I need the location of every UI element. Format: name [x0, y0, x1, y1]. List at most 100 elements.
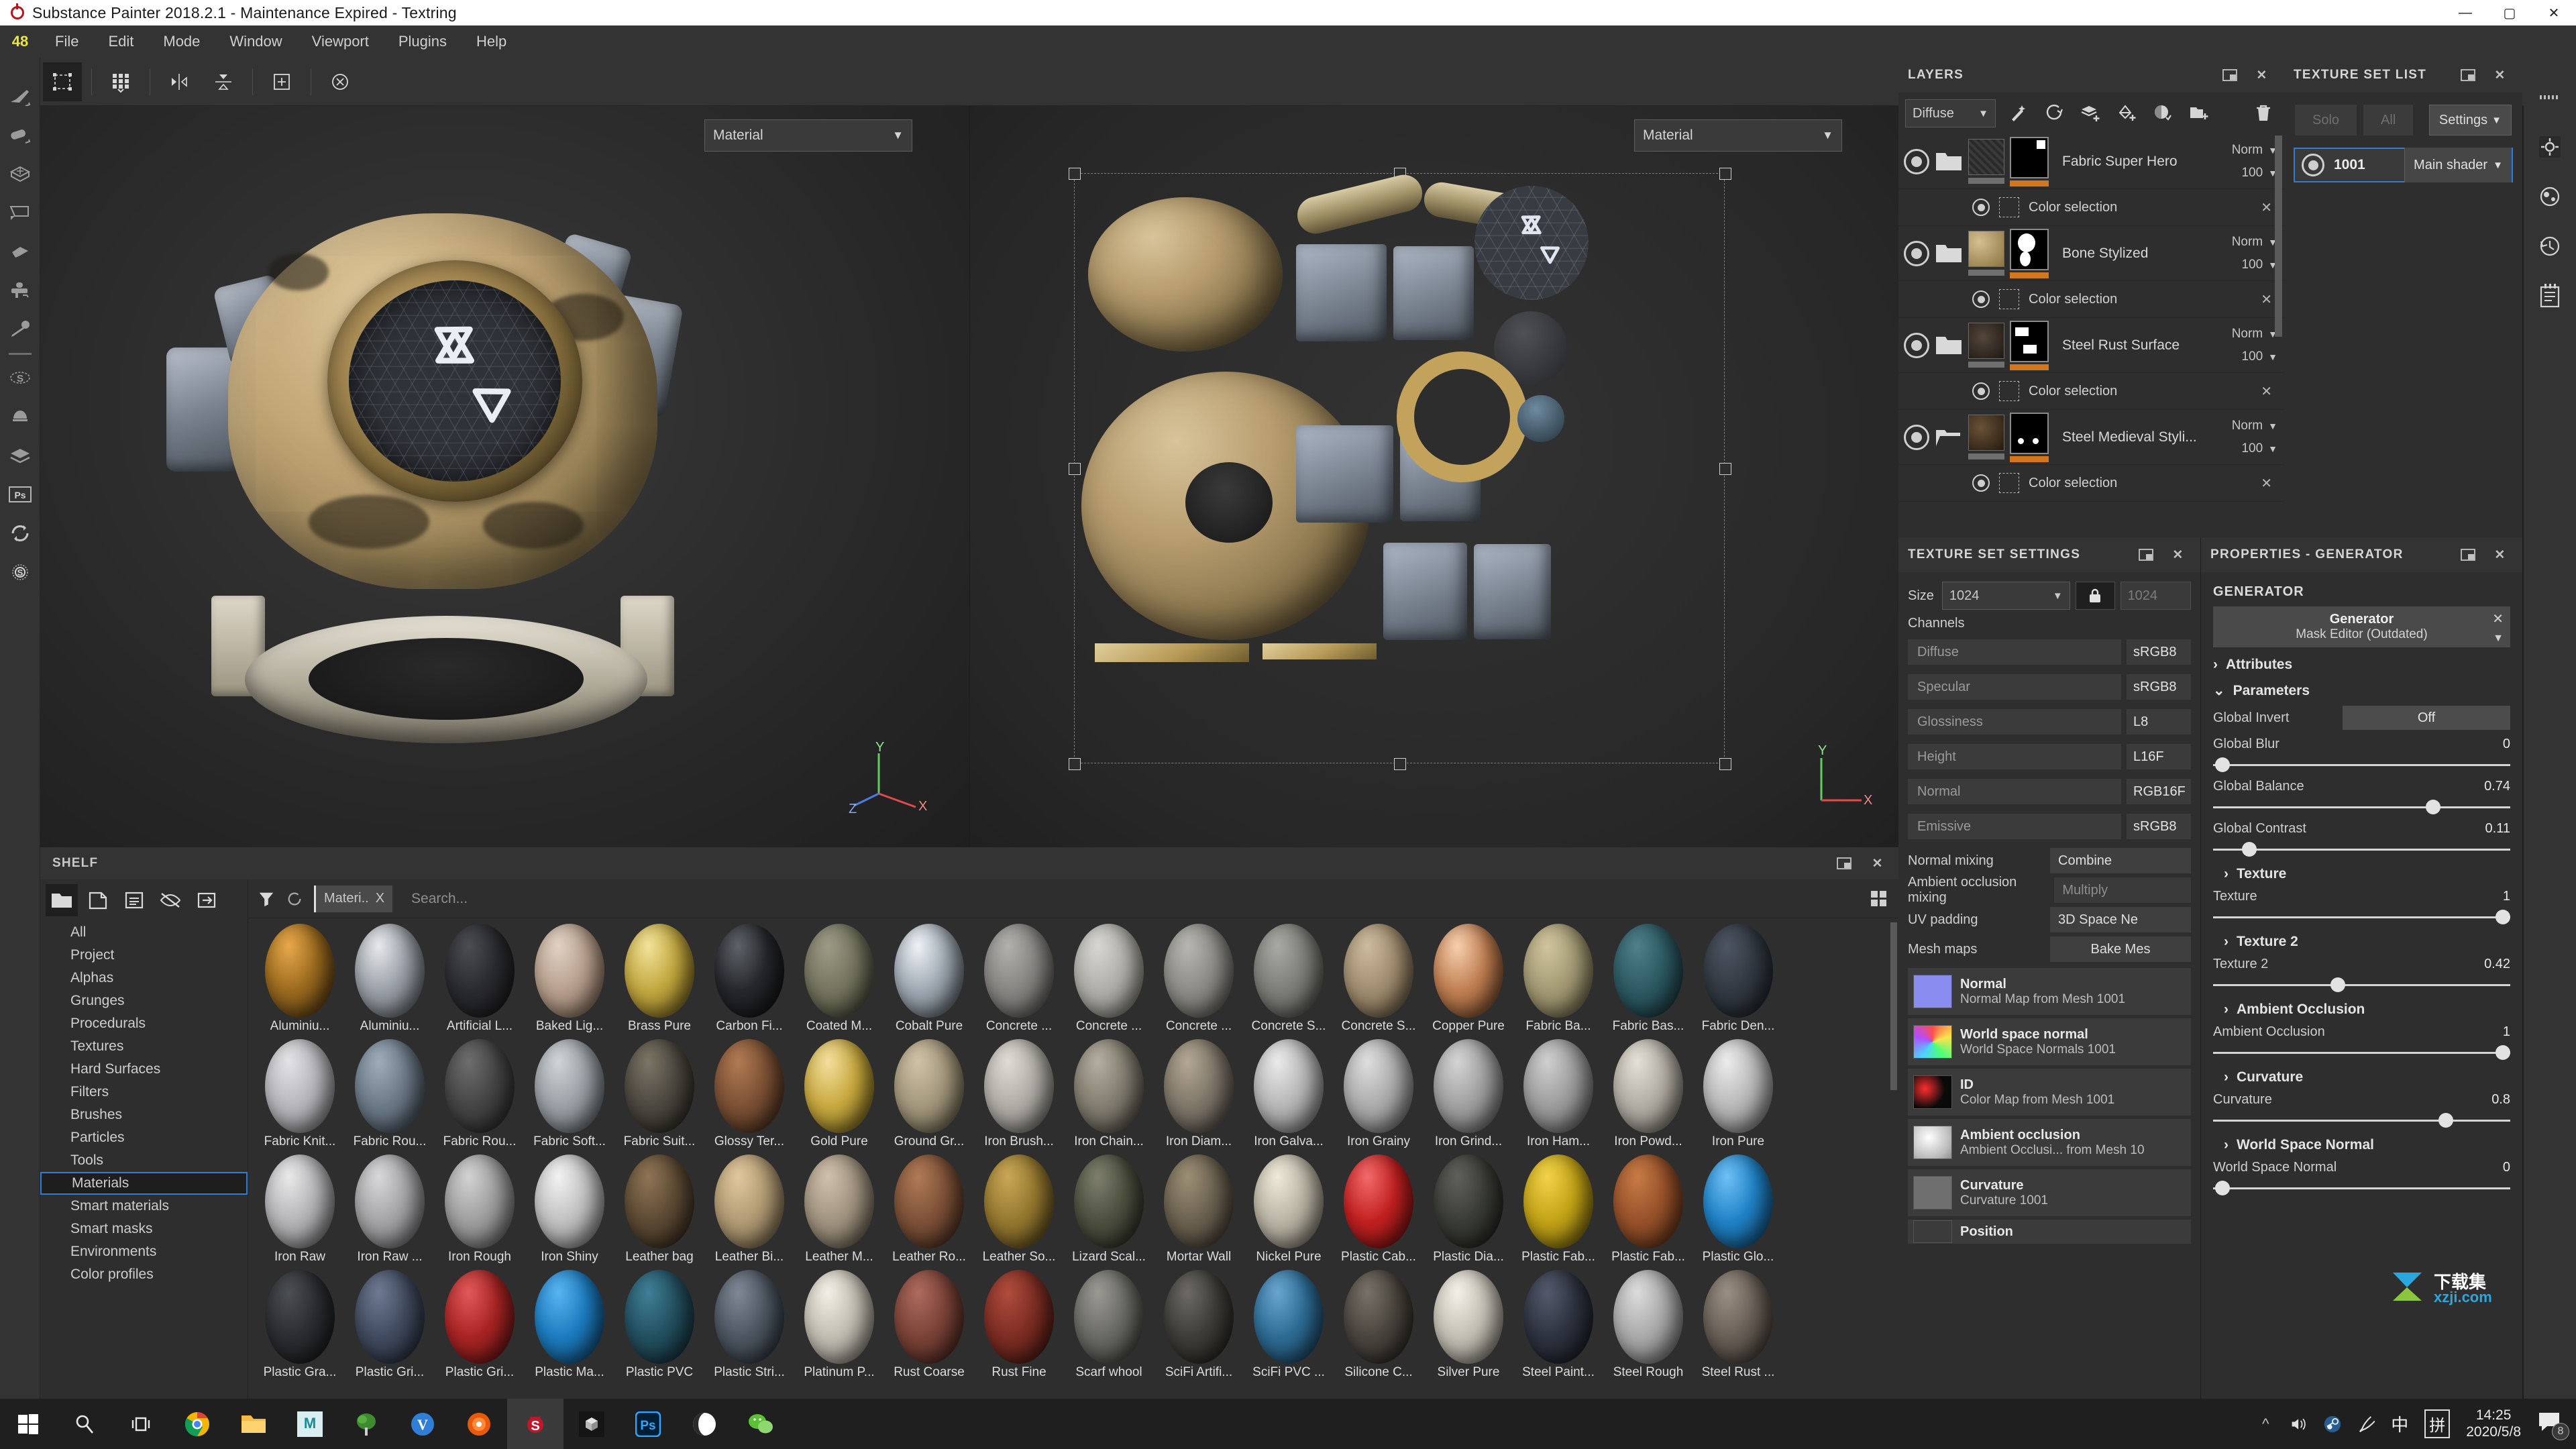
table-row[interactable]: Specular sRGB8 [1908, 672, 2191, 702]
material-grid-item[interactable]: Iron Galva... [1244, 1038, 1334, 1153]
material-grid-item[interactable]: Iron Grind... [1424, 1038, 1513, 1153]
photoshop-link-tool-button[interactable]: Ps [0, 475, 40, 514]
material-grid-item[interactable]: Fabric Knit... [255, 1038, 345, 1153]
effect-visibility-toggle[interactable] [1972, 474, 1990, 492]
undock-icon[interactable] [2137, 546, 2155, 564]
global-contrast-slider[interactable] [2213, 842, 2510, 857]
material-grid-item[interactable]: Iron Powd... [1603, 1038, 1693, 1153]
remove-effect-icon[interactable]: ✕ [2261, 383, 2284, 400]
texture2-group-toggle[interactable]: › Texture 2 [2213, 934, 2510, 950]
texture-group-toggle[interactable]: › Texture [2213, 866, 2510, 882]
uv-grid-tool-button[interactable] [101, 62, 140, 101]
undock-icon[interactable] [2459, 66, 2477, 84]
undock-icon[interactable] [1835, 855, 1853, 872]
remove-effect-icon[interactable]: ✕ [2261, 475, 2284, 492]
tray-expand-icon[interactable]: ^ [2257, 1415, 2274, 1433]
material-picker-tool-button[interactable] [0, 310, 40, 349]
parameters-section-toggle[interactable]: ⌄ Parameters [2213, 682, 2510, 699]
layer-mask[interactable] [2010, 412, 2049, 454]
list-item[interactable]: Ambient occlusion Ambient Occlusi... fro… [1908, 1119, 2191, 1166]
shelf-category-procedurals[interactable]: Procedurals [40, 1012, 248, 1035]
attributes-section-toggle[interactable]: › Attributes [2213, 657, 2510, 673]
global-blur-slider[interactable] [2213, 757, 2510, 772]
layer-list[interactable]: Fabric Super Hero Norm ▼ 100 ▼ Color selec… [1898, 134, 2284, 537]
material-grid-item[interactable]: Platinum P... [794, 1269, 884, 1384]
ime-pinyin-indicator[interactable]: 拼 [2424, 1409, 2451, 1438]
channel-selector[interactable]: Diffuse ▼ [1905, 99, 1996, 127]
all-button[interactable]: All [2363, 105, 2414, 136]
texture-set-visibility-toggle[interactable] [2302, 154, 2324, 176]
table-row[interactable]: Bone Stylized Norm ▼ 100 ▼ [1898, 226, 2284, 281]
layer-blend-mode[interactable]: Norm [2232, 143, 2263, 158]
table-row[interactable]: Normal RGB16F [1908, 776, 2191, 807]
material-grid-item[interactable]: Iron Chain... [1064, 1038, 1154, 1153]
size-value-secondary[interactable]: 1024 [2120, 582, 2191, 610]
global-invert-toggle[interactable]: Off [2343, 706, 2510, 730]
speedtree-taskbar-icon[interactable] [338, 1399, 394, 1449]
rail-drag-handle[interactable] [2524, 72, 2576, 122]
vegas-taskbar-icon[interactable]: V [394, 1399, 451, 1449]
layer-mask[interactable] [2010, 228, 2049, 270]
material-grid-item[interactable]: Baked Lig... [525, 922, 614, 1038]
material-grid-item[interactable]: Iron Grainy [1334, 1038, 1424, 1153]
symmetry-vertical-tool-button[interactable] [204, 62, 243, 101]
menu-mode[interactable]: Mode [148, 25, 215, 58]
size-selector[interactable]: 1024 ▼ [1941, 582, 2070, 610]
steam-icon[interactable] [2324, 1415, 2341, 1433]
material-grid-item[interactable]: Rust Fine [974, 1269, 1064, 1384]
add-effect-button[interactable] [2004, 99, 2032, 127]
layer-blend-mode[interactable]: Norm [2232, 327, 2263, 341]
ambient-occlusion-slider[interactable] [2213, 1045, 2510, 1060]
shelf-category-grunges[interactable]: Grunges [40, 989, 248, 1012]
texture2-slider[interactable] [2213, 977, 2510, 992]
shelf-category-tools[interactable]: Tools [40, 1149, 248, 1172]
shelf-category-alphas[interactable]: Alphas [40, 967, 248, 989]
material-grid-item[interactable]: Glossy Ter... [704, 1038, 794, 1153]
material-grid-item[interactable]: Plastic Dia... [1424, 1153, 1513, 1269]
material-grid-item[interactable]: Coated M... [794, 922, 884, 1038]
shelf-category-project[interactable]: Project [40, 944, 248, 967]
material-grid-item[interactable]: Plastic Glo... [1693, 1153, 1783, 1269]
effect-visibility-toggle[interactable] [1972, 382, 1990, 400]
effect-visibility-toggle[interactable] [1972, 199, 1990, 216]
smudge-tool-button[interactable] [0, 232, 40, 271]
layer-opacity[interactable]: 100 [2241, 166, 2263, 180]
shelf-category-all[interactable]: All [40, 921, 248, 944]
list-item[interactable]: Position [1908, 1220, 2191, 1244]
material-grid-item[interactable]: Cobalt Pure [884, 922, 974, 1038]
solo-button[interactable]: Solo [2295, 105, 2357, 136]
layer-opacity[interactable]: 100 [2241, 350, 2263, 364]
material-grid-item[interactable]: Leather Bi... [704, 1153, 794, 1269]
material-grid-item[interactable]: Iron Raw ... [345, 1153, 435, 1269]
curvature-slider[interactable] [2213, 1113, 2510, 1128]
menu-window[interactable]: Window [215, 25, 297, 58]
reset-tool-button[interactable] [321, 62, 360, 101]
list-item[interactable]: ID Color Map from Mesh 1001 [1908, 1069, 2191, 1116]
material-grid-item[interactable]: Fabric Rou... [435, 1038, 525, 1153]
photoshop-taskbar-icon[interactable]: Ps [620, 1399, 676, 1449]
shelf-folder-view-button[interactable] [46, 884, 78, 916]
material-grid-item[interactable]: Fabric Ba... [1513, 922, 1603, 1038]
material-grid-item[interactable]: Silver Pure [1424, 1269, 1513, 1384]
opera-taskbar-icon[interactable] [676, 1399, 733, 1449]
layer-visibility-toggle[interactable] [1904, 424, 1929, 450]
shelf-category-particles[interactable]: Particles [40, 1126, 248, 1149]
delete-layer-button[interactable] [2249, 99, 2277, 127]
eraser-tool-button[interactable] [0, 115, 40, 154]
minimize-button[interactable]: — [2443, 0, 2487, 25]
menu-edit[interactable]: Edit [93, 25, 148, 58]
generator-card[interactable]: Generator Mask Editor (Outdated) ✕ ▼ [2213, 606, 2510, 647]
material-grid-item[interactable]: Iron Diam... [1154, 1038, 1244, 1153]
table-row[interactable]: Height L16F [1908, 741, 2191, 772]
shelf-save-button[interactable] [118, 884, 150, 916]
material-grid[interactable]: Aluminiu... Aluminiu... Artificial L... Bak… [248, 918, 1898, 1399]
maya-taskbar-icon[interactable]: M [282, 1399, 338, 1449]
substance-source-tool-button[interactable]: S [0, 358, 40, 397]
add-mask-button[interactable] [2149, 99, 2177, 127]
particles-tool-button[interactable] [0, 397, 40, 436]
layer-mask[interactable] [2010, 136, 2049, 178]
shelf-category-color-profiles[interactable]: Color profiles [40, 1263, 248, 1286]
material-grid-item[interactable]: Plastic Gra... [255, 1269, 345, 1384]
maximize-button[interactable]: ▢ [2487, 0, 2532, 25]
texture-set-settings-tab[interactable] [2524, 122, 2576, 172]
